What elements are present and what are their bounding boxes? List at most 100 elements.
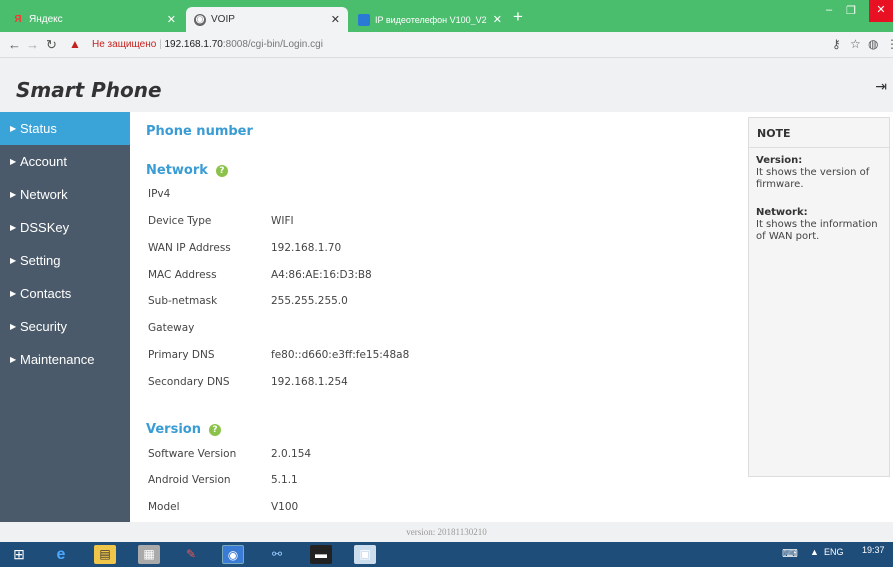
- sidebar-item-security[interactable]: ▶ Security: [0, 310, 130, 343]
- globe-icon: ◉: [194, 13, 206, 26]
- windows-start-icon[interactable]: ⊞: [8, 545, 30, 564]
- url-host: 192.168.1.70: [164, 39, 223, 50]
- chrome-icon[interactable]: ◉: [222, 545, 244, 564]
- close-tab-icon[interactable]: ✕: [331, 13, 340, 26]
- wan-ip-label: WAN IP Address: [148, 242, 231, 254]
- mac-address-value: A4:86:AE:16:D3:B8: [271, 269, 372, 281]
- keyboard-icon[interactable]: ⌨: [782, 547, 798, 560]
- logo: Smart Phone: [16, 78, 162, 102]
- sidebar-item-label: Network: [20, 187, 68, 202]
- restore-icon[interactable]: ❐: [846, 4, 856, 17]
- version-section-title: Version?: [146, 422, 221, 437]
- triangle-right-icon: ▶: [10, 124, 17, 133]
- back-icon[interactable]: ←: [8, 37, 21, 52]
- internet-explorer-icon[interactable]: e: [50, 545, 72, 564]
- android-version-value: 5.1.1: [271, 474, 298, 486]
- note-term: Network:: [756, 207, 808, 218]
- software-version-label: Software Version: [148, 448, 237, 460]
- new-tab-button[interactable]: +: [513, 7, 523, 27]
- note-panel: NOTE Version: It shows the version of fi…: [748, 117, 890, 477]
- gateway-label: Gateway: [148, 322, 195, 334]
- sidebar-item-dsskey[interactable]: ▶ DSSKey: [0, 211, 130, 244]
- sidebar-item-label: DSSKey: [20, 220, 70, 235]
- wan-ip-value: 192.168.1.70: [271, 242, 342, 254]
- primary-dns-value: fe80::d660:e3ff:fe15:48a8: [271, 349, 410, 361]
- account-icon[interactable]: ◍: [868, 37, 878, 51]
- terminal-icon[interactable]: ▬: [310, 545, 332, 564]
- key-icon[interactable]: ⚷: [832, 37, 841, 51]
- help-icon[interactable]: ?: [215, 164, 228, 177]
- paint-icon[interactable]: ✎: [180, 545, 202, 564]
- sidebar-item-label: Security: [20, 319, 67, 334]
- page-icon: [358, 13, 370, 26]
- url-path: :8008/cgi-bin/Login.cgi: [222, 39, 323, 50]
- sidebar-item-label: Status: [20, 121, 57, 136]
- window-close-button[interactable]: ✕: [869, 0, 893, 22]
- triangle-right-icon: ▶: [10, 223, 17, 232]
- android-version-label: Android Version: [148, 474, 231, 486]
- close-tab-icon[interactable]: ✕: [493, 13, 502, 26]
- sidebar-item-network[interactable]: ▶ Network: [0, 178, 130, 211]
- taskbar: ⊞ e ▤ ▦ ✎ ◉ ⚯ ▬ ▣ ⌨ ▲ ENG 19:37: [0, 542, 893, 567]
- browser-tab-bar: Я Яндекс ✕ ◉ VOIP ✕ IP видеотелефон V100…: [0, 0, 893, 32]
- star-icon[interactable]: ☆: [850, 37, 861, 51]
- menu-icon[interactable]: ⋮: [886, 37, 893, 51]
- tab-ip-videophone[interactable]: IP видеотелефон V100_V200. Ру ✕: [350, 7, 510, 32]
- footer-version: version: 20181130210: [0, 522, 893, 542]
- close-tab-icon[interactable]: ✕: [167, 13, 176, 26]
- phone-number-title: Phone number: [146, 124, 253, 139]
- note-title: NOTE: [749, 118, 889, 148]
- triangle-right-icon: ▶: [10, 289, 17, 298]
- tab-voip[interactable]: ◉ VOIP ✕: [186, 7, 348, 32]
- clock[interactable]: 19:37: [862, 545, 885, 555]
- url-field[interactable]: Не защищено | 192.168.1.70:8008/cgi-bin/…: [92, 39, 323, 50]
- software-version-value: 2.0.154: [271, 448, 312, 460]
- sidebar-item-maintenance[interactable]: ▶ Maintenance: [0, 343, 130, 376]
- sidebar-item-setting[interactable]: ▶ Setting: [0, 244, 130, 277]
- forward-icon[interactable]: →: [26, 37, 39, 52]
- secondary-dns-label: Secondary DNS: [148, 376, 230, 388]
- triangle-right-icon: ▶: [10, 355, 17, 364]
- minimize-icon[interactable]: –: [826, 4, 832, 16]
- tab-title: Яндекс: [29, 14, 63, 25]
- device-type-label: Device Type: [148, 215, 212, 227]
- sidebar: ▶ Status ▶ Account ▶ Network ▶ DSSKey ▶ Setti…: [0, 112, 130, 522]
- tab-yandex[interactable]: Я Яндекс ✕: [4, 7, 184, 32]
- network-section-title: Network?: [146, 163, 228, 178]
- sub-netmask-value: 255.255.255.0: [271, 295, 348, 307]
- triangle-right-icon: ▶: [10, 157, 17, 166]
- tab-title: VOIP: [211, 14, 235, 25]
- tray-arrow-icon[interactable]: ▲: [810, 547, 819, 557]
- main-content: Phone number Network? IPv4 Device Type W…: [130, 112, 748, 522]
- sidebar-item-label: Account: [20, 154, 67, 169]
- sidebar-item-account[interactable]: ▶ Account: [0, 145, 130, 178]
- triangle-right-icon: ▶: [10, 256, 17, 265]
- note-description: It shows the information of WAN port.: [756, 219, 878, 242]
- sidebar-item-label: Contacts: [20, 286, 72, 301]
- note-description: It shows the version of firmware.: [756, 167, 870, 190]
- device-type-value: WIFI: [271, 215, 294, 227]
- note-term: Version:: [756, 155, 803, 166]
- reload-icon[interactable]: ↻: [46, 37, 57, 53]
- ipv4-label: IPv4: [148, 188, 171, 200]
- version-title: Version: [146, 422, 201, 437]
- sidebar-item-label: Maintenance: [20, 352, 95, 367]
- secondary-dns-value: 192.168.1.254: [271, 376, 348, 388]
- address-bar: ← → ↻ ▲ Не защищено | 192.168.1.70:8008/…: [0, 32, 893, 58]
- logout-icon[interactable]: ⇥: [875, 78, 887, 95]
- triangle-right-icon: ▶: [10, 322, 17, 331]
- warning-icon[interactable]: ▲: [69, 37, 81, 51]
- mac-address-label: MAC Address: [148, 269, 217, 281]
- sidebar-item-status[interactable]: ▶ Status: [0, 112, 130, 145]
- file-explorer-icon[interactable]: ▤: [94, 545, 116, 564]
- sidebar-item-contacts[interactable]: ▶ Contacts: [0, 277, 130, 310]
- language-indicator[interactable]: ENG: [824, 547, 844, 557]
- calculator-icon[interactable]: ▦: [138, 545, 160, 564]
- network-app-icon[interactable]: ⚯: [266, 545, 288, 564]
- sub-netmask-label: Sub-netmask: [148, 295, 218, 307]
- yandex-icon: Я: [14, 13, 22, 25]
- help-icon[interactable]: ?: [208, 423, 221, 436]
- model-value: V100: [271, 501, 299, 513]
- image-viewer-icon[interactable]: ▣: [354, 545, 376, 564]
- triangle-right-icon: ▶: [10, 190, 17, 199]
